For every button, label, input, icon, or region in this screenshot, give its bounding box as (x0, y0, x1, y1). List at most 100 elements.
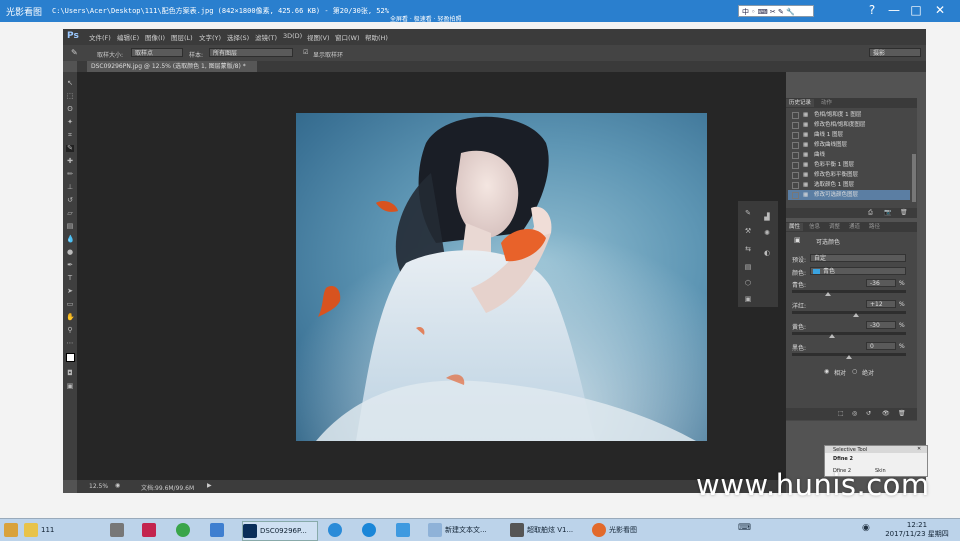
reset-icon[interactable]: ↺ (866, 410, 871, 417)
taskbar-item-4[interactable] (176, 521, 194, 539)
gradient-tool-icon[interactable]: ▤ (66, 223, 74, 230)
taskbar-item-folder[interactable]: 111 (24, 521, 88, 539)
slider-track-magenta[interactable] (792, 311, 906, 314)
dodge-tool-icon[interactable]: ● (66, 249, 74, 256)
slider-handle-magenta[interactable] (852, 313, 859, 317)
slider-handle-yellow[interactable] (828, 334, 835, 338)
navigator-panel-icon[interactable]: ✺ (760, 227, 774, 239)
tab-channels[interactable]: 通道 (846, 223, 863, 231)
menu-file[interactable]: 文件(F) (89, 32, 111, 42)
tray-icon[interactable]: ◉ (862, 523, 870, 533)
taskbar-item-3[interactable] (142, 521, 160, 539)
show-ring-checkbox[interactable]: ☑ (303, 49, 308, 56)
taskbar-item-recorder[interactable]: 超取舶炫 V1... (510, 521, 586, 539)
colors-select[interactable]: 青色 (810, 267, 906, 275)
slider-value-black[interactable]: 0 (866, 342, 896, 350)
layers-comp-icon[interactable]: ▤ (741, 261, 755, 273)
menu-3d[interactable]: 3D(D) (283, 32, 302, 40)
status-menu-arrow-icon[interactable]: ▶ (207, 482, 212, 489)
history-row[interactable]: ▦ 曲线 1 图层 (788, 130, 910, 140)
minimize-button[interactable]: — (886, 2, 902, 18)
close-button[interactable]: ✕ (932, 2, 948, 18)
tab-info[interactable]: 信息 (806, 223, 823, 231)
history-row[interactable]: ▦ 修改色彩平衡图层 (788, 170, 910, 180)
selective-tool-item-1[interactable]: Dfine 2 (833, 456, 853, 462)
slider-track-yellow[interactable] (792, 332, 906, 335)
maximize-button[interactable]: □ (908, 2, 924, 18)
menu-type[interactable]: 文字(Y) (199, 32, 221, 42)
menu-help[interactable]: 帮助(H) (365, 32, 388, 42)
workspace-select[interactable]: 摄影 (869, 48, 921, 57)
zoom-level[interactable]: 12.5% (89, 483, 108, 490)
menu-filter[interactable]: 滤镜(T) (255, 32, 277, 42)
history-row[interactable]: ▦ 色彩平衡 1 图层 (788, 160, 910, 170)
slider-handle-cyan[interactable] (825, 292, 832, 296)
tab-adjustments[interactable]: 调整 (826, 223, 843, 231)
visibility-icon[interactable]: 👁 (882, 410, 890, 417)
type-tool-icon[interactable]: T (66, 275, 74, 282)
3d-panel-icon[interactable]: ⬡ (741, 277, 755, 289)
method-relative-radio[interactable]: ◉ (824, 368, 829, 375)
zoom-tool-icon[interactable]: ⚲ (66, 327, 74, 334)
slider-value-cyan[interactable]: -36 (866, 279, 896, 287)
method-absolute-radio[interactable]: ○ (852, 368, 857, 375)
eraser-tool-icon[interactable]: ▱ (66, 210, 74, 217)
eyedropper-icon[interactable]: ✎ (71, 48, 78, 57)
healing-tool-icon[interactable]: ✚ (66, 158, 74, 165)
slider-value-yellow[interactable]: -30 (866, 321, 896, 329)
taskbar-item-7[interactable] (362, 521, 380, 539)
quick-mask-icon[interactable]: ◘ (66, 370, 74, 377)
path-select-tool-icon[interactable]: ➤ (66, 288, 74, 295)
sample-size-select[interactable]: 取样点 (131, 48, 183, 57)
clip-layer-icon[interactable]: ⬚ (838, 410, 844, 417)
history-row[interactable]: ▦ 色相/饱和度 1 图层 (788, 110, 910, 120)
blur-tool-icon[interactable]: 💧 (66, 236, 75, 243)
taskbar-item-viewer[interactable]: 光影看图 (592, 521, 658, 539)
status-info-icon[interactable]: ◉ (115, 482, 120, 489)
history-source-checkbox[interactable] (792, 172, 799, 179)
tab-actions[interactable]: 动作 (818, 99, 835, 107)
taskbar-item-notepad[interactable]: 新建文本文... (428, 521, 502, 539)
history-scrollbar[interactable] (912, 154, 916, 202)
more-tools-icon[interactable]: ⋯ (66, 340, 74, 347)
help-icon[interactable]: ? (864, 2, 880, 18)
preset-select[interactable]: 自定 (810, 254, 906, 262)
slider-handle-black[interactable] (846, 355, 852, 359)
history-source-checkbox[interactable] (792, 182, 799, 189)
tab-properties[interactable]: 属性 (786, 223, 804, 231)
history-row[interactable]: ▦ 修改色相/饱和度图层 (788, 120, 910, 130)
shape-tool-icon[interactable]: ▭ (66, 301, 74, 308)
tool-presets-icon[interactable]: ⚒ (741, 225, 755, 237)
lasso-tool-icon[interactable]: ʘ (66, 106, 74, 113)
taskbar-item-6[interactable] (328, 521, 346, 539)
history-source-checkbox[interactable] (792, 132, 799, 139)
trash-icon[interactable]: 🗑 (900, 209, 908, 216)
pen-tool-icon[interactable]: ✒ (66, 262, 74, 269)
taskbar-item-photoshop[interactable]: DSC09296P... (242, 521, 318, 541)
adjust-panel-icon[interactable]: ⇆ (741, 243, 755, 255)
delete-adjustment-icon[interactable]: 🗑 (898, 410, 906, 417)
sample-select[interactable]: 所有图层 (209, 48, 293, 57)
keyboard-icon[interactable]: ⌨ (738, 523, 751, 533)
color-panel-icon[interactable]: ◐ (760, 247, 774, 259)
ime-toolbar[interactable]: 中 ◦ ⌨ ✂ ✎ 🔧 (738, 5, 814, 17)
history-source-checkbox[interactable] (792, 142, 799, 149)
quick-select-tool-icon[interactable]: ✦ (66, 119, 74, 126)
history-source-checkbox[interactable] (792, 122, 799, 129)
history-source-checkbox[interactable] (792, 152, 799, 159)
history-row[interactable]: ▦ 选取颜色 1 图层 (788, 180, 910, 190)
slider-track-cyan[interactable] (792, 290, 906, 293)
snapshot-icon[interactable]: 📷 (884, 209, 891, 216)
menu-image[interactable]: 图像(I) (145, 32, 165, 42)
timeline-panel-icon[interactable]: ▣ (741, 293, 755, 305)
taskbar-item-2[interactable] (110, 521, 128, 539)
history-row[interactable]: ▦ 修改曲线图层 (788, 140, 910, 150)
history-source-checkbox[interactable] (792, 112, 799, 119)
view-previous-icon[interactable]: ◎ (852, 410, 857, 417)
menu-layer[interactable]: 图层(L) (171, 32, 193, 42)
menu-select[interactable]: 选择(S) (227, 32, 249, 42)
foreground-color-swatch[interactable] (66, 353, 75, 362)
taskbar-clock[interactable]: 12:21 2017/11/23 星期四 (878, 521, 956, 539)
history-row[interactable]: ▦ 修改可选颜色图层 (788, 190, 910, 200)
menu-window[interactable]: 窗口(W) (335, 32, 360, 42)
